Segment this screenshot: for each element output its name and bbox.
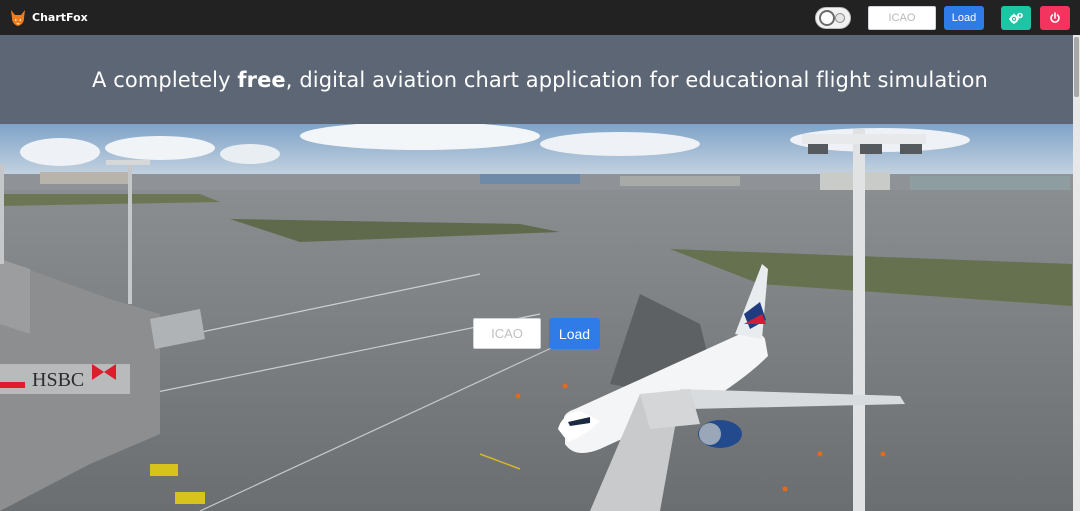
banner-text-bold: free [237, 67, 286, 92]
navbar-controls: Load [815, 0, 1070, 35]
hero-banner: A completely free, digital aviation char… [0, 35, 1080, 124]
hero-search-form: Load [473, 318, 600, 349]
hero-background-image: HSBC ICAO Load [0, 124, 1080, 511]
navbar-load-button[interactable]: Load [944, 5, 984, 30]
banner-text-end: , digital aviation chart application for… [285, 67, 988, 92]
hsbc-billboard: HSBC [32, 369, 84, 391]
toggle-knob [819, 9, 835, 26]
theme-toggle[interactable] [815, 6, 851, 29]
hero-load-button[interactable]: Load [549, 318, 600, 349]
hero-icao-input[interactable] [473, 318, 541, 349]
banner-headline: A completely free, digital aviation char… [92, 68, 988, 92]
power-icon [1050, 11, 1060, 23]
gears-icon [1009, 12, 1023, 24]
brand[interactable]: ChartFox [8, 8, 88, 28]
fox-logo-icon [11, 9, 25, 26]
navbar-icao-input[interactable] [868, 5, 936, 30]
banner-text-start: A completely [92, 67, 238, 92]
brand-name: ChartFox [32, 11, 88, 24]
sun-icon [835, 12, 845, 23]
logout-button[interactable] [1040, 5, 1070, 30]
vertical-scrollbar[interactable] [1073, 35, 1080, 511]
scrollbar-thumb[interactable] [1074, 37, 1079, 97]
top-navbar: ChartFox Load [0, 0, 1080, 35]
settings-button[interactable] [1001, 5, 1031, 30]
